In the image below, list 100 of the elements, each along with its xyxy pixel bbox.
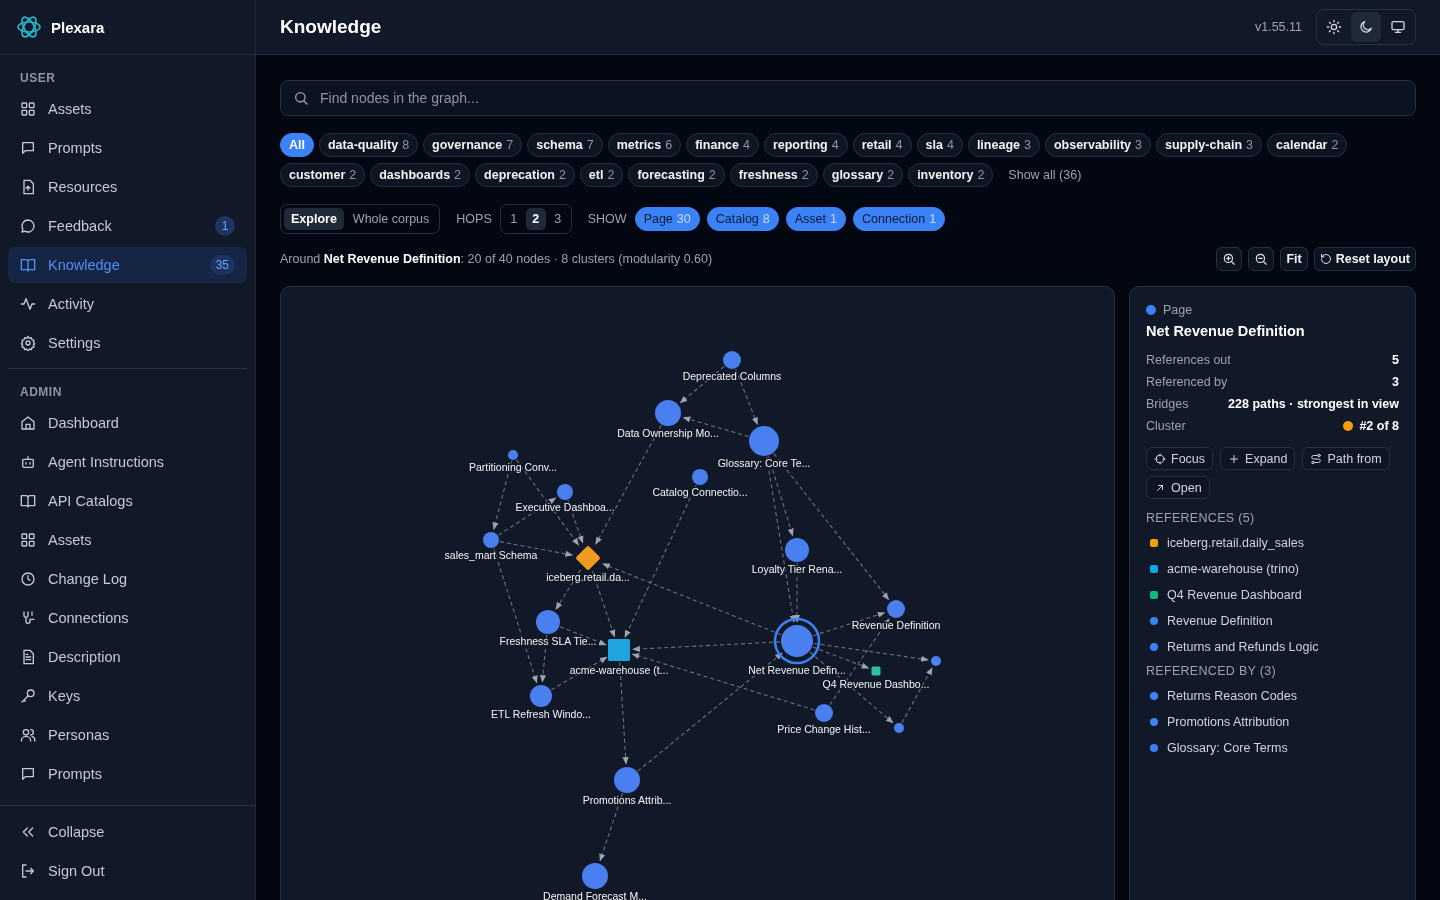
page-node[interactable]	[530, 685, 552, 707]
sidebar-item[interactable]: API Catalogs	[8, 487, 247, 515]
robot-icon	[20, 454, 36, 470]
sidebar-item[interactable]: Assets	[8, 526, 247, 554]
sidebar-item[interactable]: Collapse	[8, 818, 247, 846]
tag-chip[interactable]: metrics 6	[607, 133, 682, 157]
grid-icon	[20, 532, 36, 548]
page-node[interactable]	[557, 484, 573, 500]
graph-summary: Around Net Revenue Definition: 20 of 40 nodes · 8 clusters (modularity 0.60)	[280, 252, 714, 266]
connection-node[interactable]	[608, 639, 630, 661]
focus-button[interactable]: Focus	[1146, 447, 1214, 470]
tag-chip[interactable]: sla 4	[916, 133, 963, 157]
brand-name: Plexara	[51, 18, 105, 36]
open-button[interactable]: Open	[1146, 476, 1210, 499]
tag-chip[interactable]: deprecation 2	[475, 163, 575, 187]
page-node[interactable]	[887, 600, 905, 618]
type-filter-chip[interactable]: Page 30	[634, 207, 700, 231]
page-node[interactable]	[655, 400, 681, 426]
tag-chip[interactable]: retail 4	[852, 133, 912, 157]
page-node[interactable]	[536, 610, 560, 634]
tag-chip[interactable]: customer 2	[280, 163, 366, 187]
tag-chip[interactable]: data-quality 8	[319, 133, 419, 157]
section-heading: REFERENCED BY (3)	[1146, 664, 1277, 678]
type-filter-chip[interactable]: Asset 1	[785, 207, 846, 231]
tag-chip[interactable]: finance 4	[686, 133, 759, 157]
tag-chip[interactable]: forecasting 2	[628, 163, 725, 187]
tag-chip[interactable]: governance 7	[423, 133, 523, 157]
sign-out-icon	[20, 863, 36, 879]
type-filter-chip[interactable]: Connection 1	[853, 207, 946, 231]
mode-tab[interactable]: Whole corpus	[345, 208, 437, 230]
sidebar-item[interactable]: Dashboard	[8, 409, 247, 437]
sidebar-item[interactable]: Feedback 1	[8, 212, 247, 240]
page-node[interactable]	[483, 532, 499, 548]
tag-chip[interactable]: etl 2	[579, 163, 624, 187]
tag-chip[interactable]: supply-chain 3	[1156, 133, 1263, 157]
reference-link[interactable]: Returns Reason Codes	[1146, 683, 1399, 709]
page-node[interactable]	[815, 704, 833, 722]
sidebar-item[interactable]: Knowledge 35	[8, 247, 247, 283]
count-badge: 1	[215, 216, 235, 236]
zoom-in-button[interactable]	[1216, 247, 1243, 271]
reference-link[interactable]: iceberg.retail.daily_sales	[1146, 530, 1399, 556]
tag-chip[interactable]: All	[280, 133, 314, 157]
show-all-link[interactable]: Show all (36)	[1008, 168, 1082, 182]
page-node[interactable]	[723, 351, 741, 369]
tag-chip[interactable]: lineage 3	[967, 133, 1040, 157]
sidebar-item[interactable]: Resources	[8, 173, 247, 201]
sidebar-item[interactable]: Sign Out	[8, 857, 247, 885]
page-node[interactable]	[582, 863, 608, 889]
tag-chip[interactable]: glossary 2	[822, 163, 904, 187]
hop-option[interactable]: 1	[503, 208, 524, 230]
reference-link[interactable]: Glossary: Core Terms	[1146, 735, 1399, 761]
sidebar-item[interactable]: Connections	[8, 604, 247, 632]
dark-theme-button[interactable]	[1351, 12, 1381, 42]
sidebar-item[interactable]: Agent Instructions	[8, 448, 247, 476]
tag-chip[interactable]: freshness 2	[729, 163, 818, 187]
node-label: iceberg.retail.da...	[546, 571, 630, 583]
sidebar-item[interactable]: Prompts	[8, 134, 247, 162]
reference-link[interactable]: Promotions Attribution	[1146, 709, 1399, 735]
reset-layout-button[interactable]: Reset layout	[1313, 247, 1416, 271]
page-node[interactable]	[692, 469, 708, 485]
sidebar-item[interactable]: Personas	[8, 721, 247, 749]
sidebar-item[interactable]: Prompts	[8, 760, 247, 788]
section-heading: REFERENCES (5)	[1146, 511, 1256, 525]
tag-chip[interactable]: calendar 2	[1267, 133, 1348, 157]
hop-option[interactable]: 3	[547, 208, 568, 230]
reference-link[interactable]: Q4 Revenue Dashboard	[1146, 582, 1399, 608]
search-bar[interactable]: Find nodes in the graph...	[280, 80, 1416, 116]
page-node[interactable]	[894, 723, 904, 733]
reference-link[interactable]: Returns and Refunds Logic	[1146, 634, 1399, 660]
reference-link[interactable]: Revenue Definition	[1146, 608, 1399, 634]
mode-tab[interactable]: Explore	[284, 208, 344, 230]
sidebar-item[interactable]: Settings	[8, 329, 247, 357]
expand-button[interactable]: Expand	[1220, 447, 1296, 470]
fit-button[interactable]: Fit	[1280, 247, 1308, 271]
zoom-out-button[interactable]	[1248, 247, 1275, 271]
tag-chip[interactable]: reporting 4	[763, 133, 848, 157]
page-node[interactable]	[614, 767, 640, 793]
sidebar-item[interactable]: Activity	[8, 290, 247, 318]
page-node[interactable]	[508, 450, 518, 460]
catalog-node[interactable]	[871, 666, 881, 676]
clock-icon	[20, 571, 36, 587]
tag-chip[interactable]: observability 3	[1044, 133, 1151, 157]
tag-chip[interactable]: dashboards 2	[370, 163, 471, 187]
page-node[interactable]	[785, 538, 809, 562]
hop-option[interactable]: 2	[525, 208, 546, 230]
settings-icon	[20, 335, 36, 351]
page-node[interactable]	[773, 617, 821, 665]
page-node[interactable]	[749, 426, 779, 456]
tag-chip[interactable]: schema 7	[527, 133, 603, 157]
tag-chip[interactable]: inventory 2	[908, 163, 994, 187]
page-node[interactable]	[931, 656, 941, 666]
search-field[interactable]: Find nodes in the graph...	[318, 89, 1403, 107]
stat-label: References out	[1146, 353, 1231, 367]
sidebar-item[interactable]: Assets	[8, 95, 247, 123]
reference-link[interactable]: acme-warehouse (trino)	[1146, 556, 1399, 582]
path-from-button[interactable]: Path from	[1302, 447, 1390, 470]
sidebar-item[interactable]: Change Log	[8, 565, 247, 593]
sidebar-item[interactable]: Description	[8, 643, 247, 671]
type-filter-chip[interactable]: Catalog 8	[706, 207, 779, 231]
sidebar-item[interactable]: Keys	[8, 682, 247, 710]
